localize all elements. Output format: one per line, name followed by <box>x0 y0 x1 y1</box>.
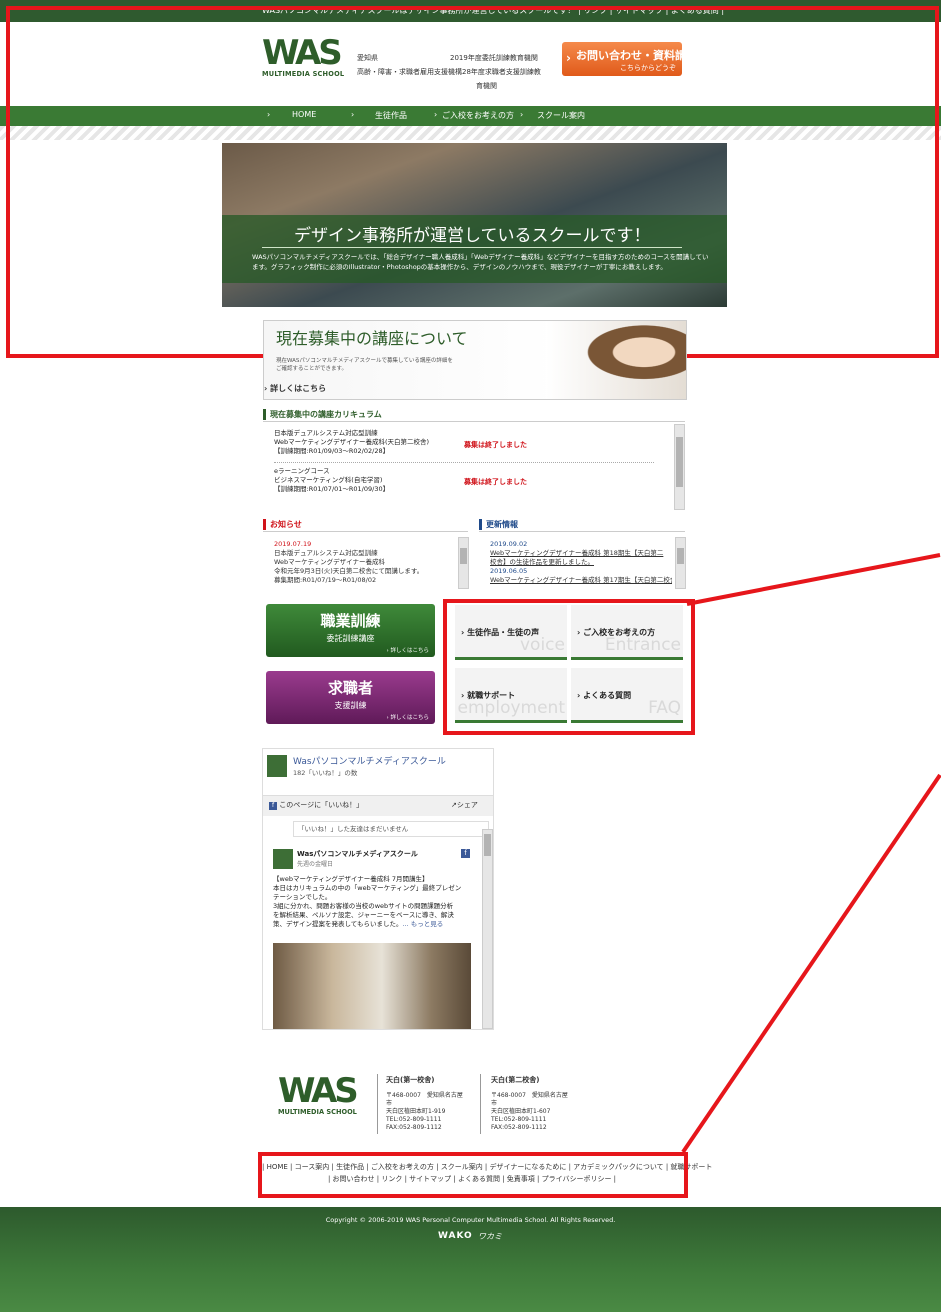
annotation-connector-lines <box>681 553 941 1154</box>
copyright-band: Copyright © 2006-2019 WAS Personal Compu… <box>0 1207 941 1312</box>
sponsor-logo[interactable]: ワカミ <box>478 1231 502 1242</box>
copyright-text: Copyright © 2006-2019 WAS Personal Compu… <box>325 1216 616 1224</box>
wako-logo[interactable]: WAKO <box>438 1231 473 1241</box>
